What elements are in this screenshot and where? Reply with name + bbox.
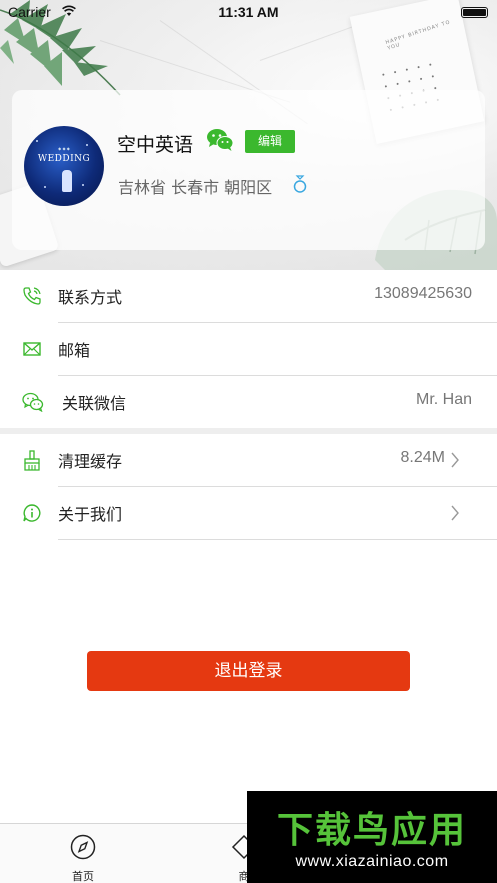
wechat-account-value: Mr. Han: [415, 391, 472, 408]
avatar-text: WEDDING: [37, 154, 91, 164]
row-label: 关于我们: [58, 505, 123, 524]
profile-location: 吉林省 长春市 朝阳区: [118, 178, 273, 197]
logout-button[interactable]: 退出登录: [87, 651, 410, 691]
broom-icon: [24, 450, 40, 471]
battery-icon: [461, 7, 488, 18]
chevron-right-icon: [451, 452, 459, 468]
clock: 11:31 AM: [218, 4, 279, 20]
wechat-icon: [207, 129, 234, 151]
divider: [58, 539, 497, 540]
profile-name: 空中英语: [117, 134, 194, 156]
status-bar: Carrier 11:31 AM: [0, 0, 497, 26]
phone-icon: [23, 287, 41, 305]
row-label: 邮箱: [58, 341, 91, 360]
tab-home[interactable]: 首页: [43, 824, 123, 883]
list-item-contact[interactable]: 联系方式 13089425630: [0, 270, 497, 322]
watermark-url: www.xiazainiao.com: [295, 853, 449, 870]
list-item-about-us[interactable]: 关于我们: [0, 487, 497, 539]
row-label: 关联微信: [62, 394, 127, 413]
profile-card: ◆ ◆ ◆ WEDDING 空中英语 编辑 吉林省 长春市 朝阳区: [12, 90, 485, 250]
tab-label: 首页: [72, 870, 94, 883]
list-item-clear-cache[interactable]: 清理缓存 8.24M: [0, 434, 497, 486]
cache-size: 8.24M: [400, 449, 445, 466]
watermark-logo: 下载鸟应用 www.xiazainiao.com: [247, 791, 497, 883]
mail-icon: [23, 342, 41, 356]
phone-number: 13089425630: [374, 285, 472, 302]
row-label: 清理缓存: [58, 452, 123, 471]
wechat-outline-icon: [22, 392, 44, 412]
avatar[interactable]: ◆ ◆ ◆ WEDDING: [24, 126, 104, 206]
info-icon: [23, 504, 41, 522]
edit-profile-button[interactable]: 编辑: [245, 130, 295, 153]
compass-icon: [70, 834, 96, 860]
list-item-wechat[interactable]: 关联微信 Mr. Han: [0, 376, 497, 428]
ring-icon: [293, 175, 307, 193]
watermark-title: 下载鸟应用: [276, 810, 467, 851]
chevron-right-icon: [451, 505, 459, 521]
row-label: 联系方式: [58, 288, 123, 307]
list-item-email[interactable]: 邮箱: [0, 323, 497, 375]
